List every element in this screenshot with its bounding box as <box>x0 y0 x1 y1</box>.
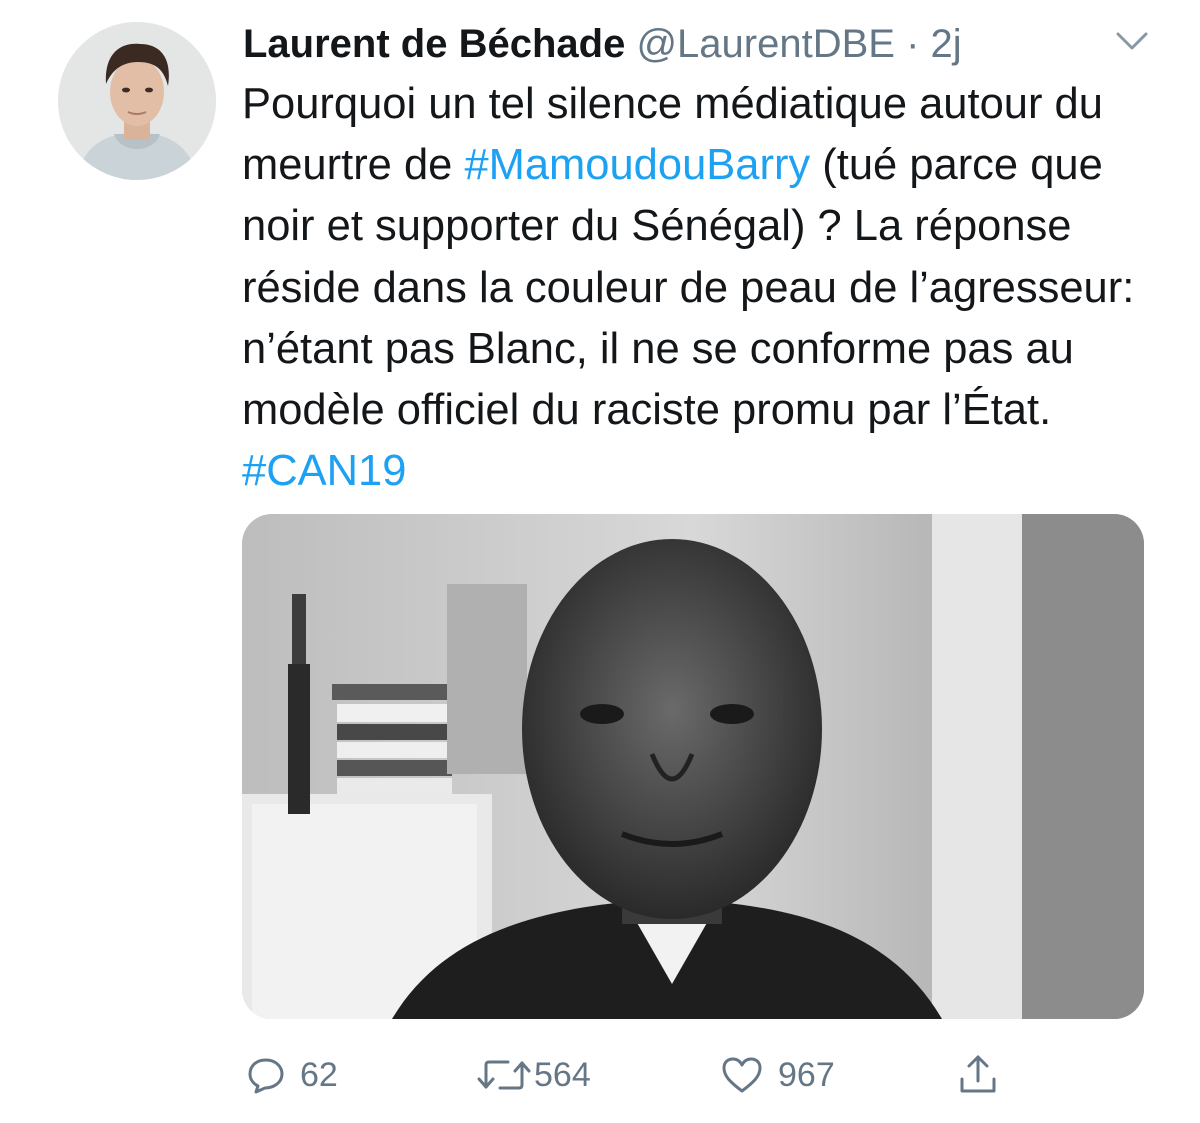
share-button[interactable] <box>956 1045 1000 1105</box>
retweet-count: 564 <box>534 1055 591 1094</box>
reply-icon <box>246 1055 286 1095</box>
chevron-down-icon[interactable] <box>1112 26 1152 56</box>
tweet-actions: 62 564 967 <box>242 1045 1122 1105</box>
reply-button[interactable]: 62 <box>246 1045 338 1105</box>
reply-count: 62 <box>300 1055 338 1094</box>
tweet: Laurent de Béchade @LaurentDBE · 2j Pour… <box>0 0 1200 1123</box>
retweet-button[interactable]: 564 <box>476 1045 591 1105</box>
hashtag-mamoudoubarry[interactable]: #MamoudouBarry <box>464 141 810 189</box>
like-count: 967 <box>778 1055 835 1094</box>
separator-dot: · <box>906 22 920 66</box>
like-button[interactable]: 967 <box>720 1045 835 1105</box>
author-handle[interactable]: @LaurentDBE <box>636 22 895 66</box>
tweet-text: Pourquoi un tel silence médiatique autou… <box>242 74 1172 502</box>
author-name[interactable]: Laurent de Béchade <box>243 22 625 66</box>
avatar[interactable] <box>58 22 216 180</box>
tweet-header: Laurent de Béchade @LaurentDBE · 2j <box>243 16 1123 72</box>
share-icon <box>956 1053 1000 1097</box>
hashtag-can19[interactable]: #CAN19 <box>242 447 406 495</box>
retweet-icon <box>476 1055 532 1095</box>
tweet-photo[interactable] <box>242 514 1144 1019</box>
heart-icon <box>720 1055 764 1095</box>
tweet-timestamp[interactable]: 2j <box>931 22 962 66</box>
